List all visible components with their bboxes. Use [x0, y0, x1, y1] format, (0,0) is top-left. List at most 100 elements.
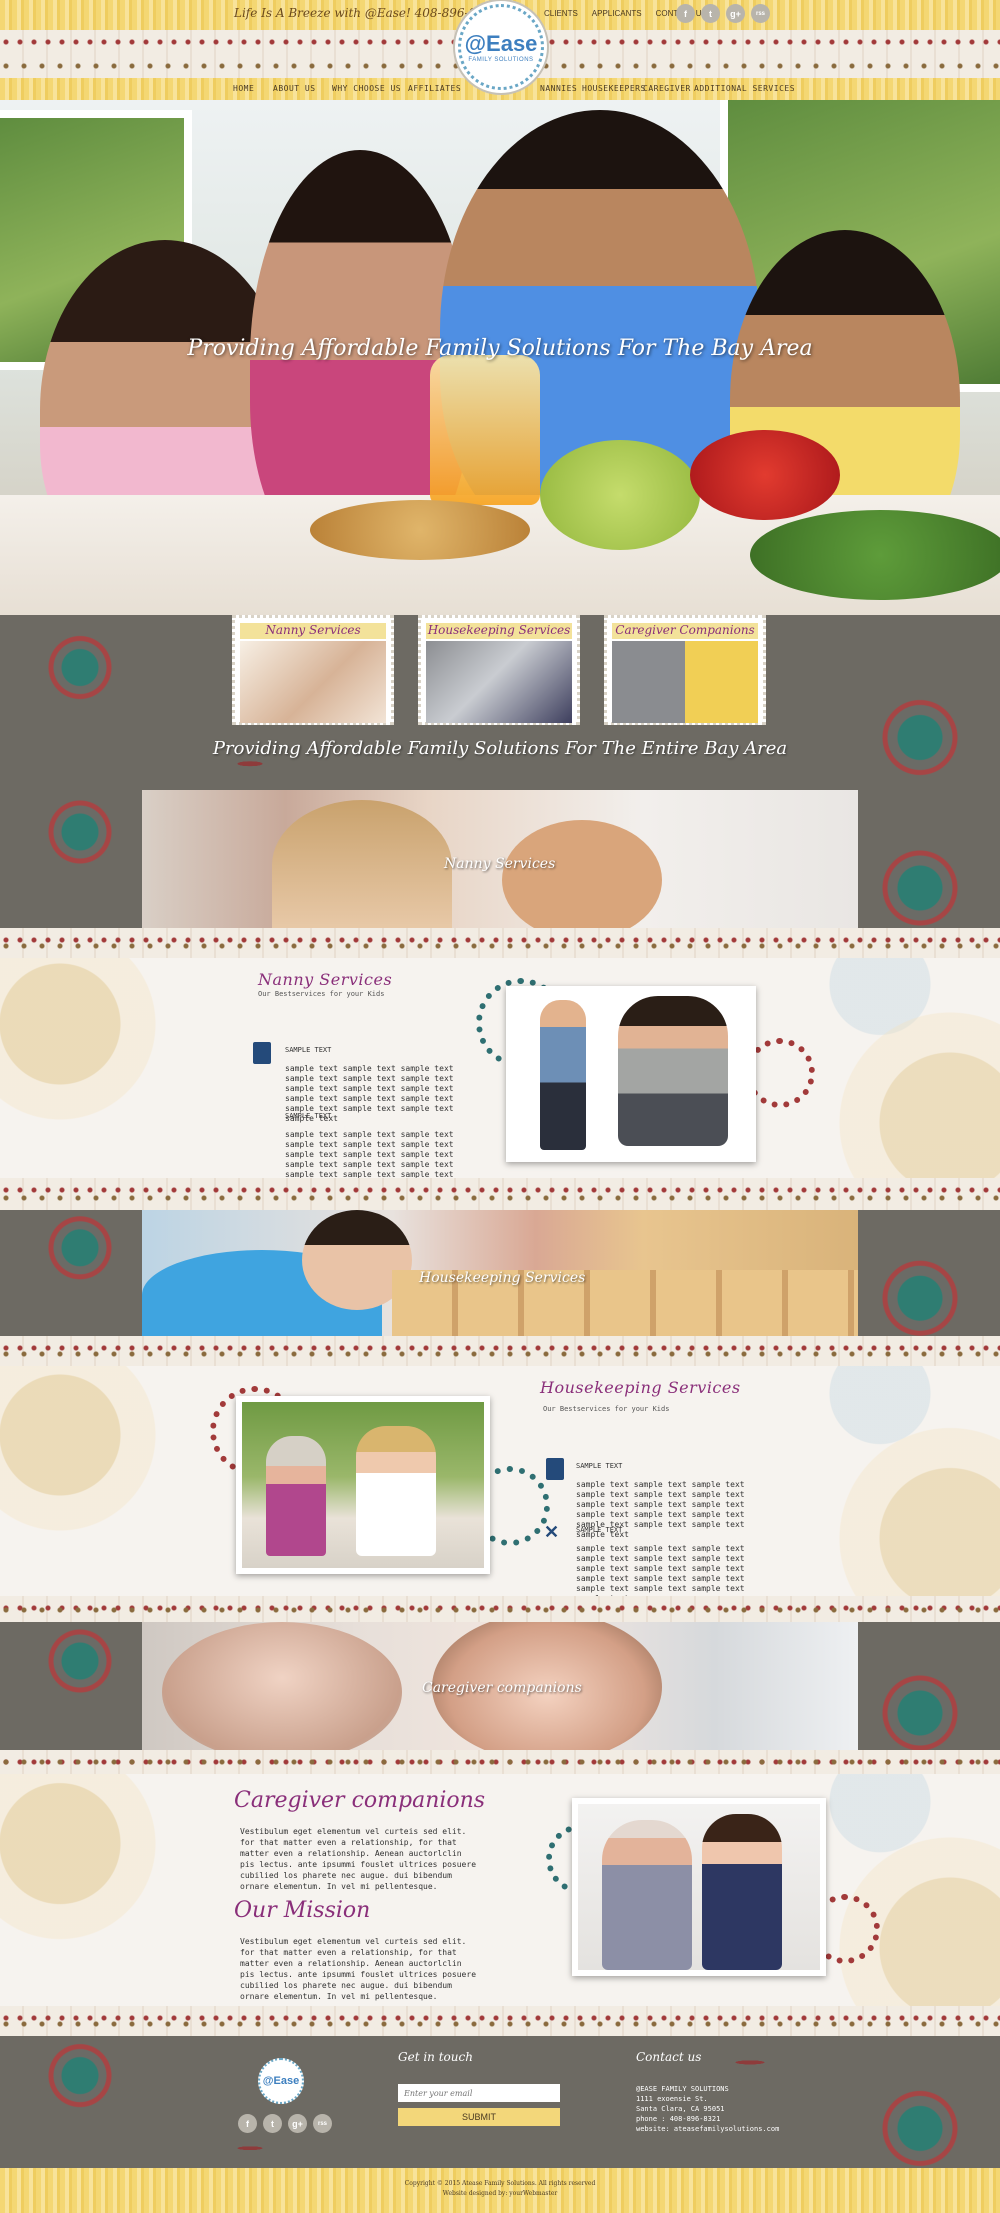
- copyright: Copyright © 2015 Atease Family Solutions…: [404, 2180, 596, 2187]
- nav-affiliates[interactable]: AFFILIATES: [408, 84, 461, 93]
- nanny-section: Nanny Services Our Bestservices for your…: [0, 958, 1000, 1189]
- twitter-icon[interactable]: t: [701, 4, 720, 23]
- strip-elder-face: [162, 1622, 402, 1750]
- footer-logo[interactable]: @Ease: [258, 2058, 304, 2104]
- caregiver-photo-elder: [602, 1820, 692, 1970]
- twitter-icon[interactable]: t: [263, 2114, 282, 2133]
- footer: @Ease f t g+ rss Get in touch SUBMIT Con…: [0, 2036, 1000, 2168]
- rss-icon[interactable]: rss: [313, 2114, 332, 2133]
- caregiver-strip-title: Caregiver companions: [422, 1680, 582, 1696]
- strip-nanny-caregiver: [272, 800, 452, 928]
- logo-name: @Ease: [464, 31, 538, 56]
- card-housekeeping-image: [426, 641, 572, 723]
- top-link-clients[interactable]: CLIENTS: [544, 9, 578, 18]
- footer-social: f t g+ rss: [238, 2114, 332, 2133]
- contact-line-city: Santa Clara, CA 95051: [636, 2105, 725, 2113]
- nav-about-us[interactable]: ABOUT US: [273, 84, 316, 93]
- service-cards: Nanny Services Housekeeping Services Car…: [0, 615, 1000, 785]
- book-icon: [253, 1042, 271, 1064]
- nav-why-choose-us[interactable]: WHY CHOOSE US: [332, 84, 401, 93]
- nanny-photo-child: [540, 1000, 586, 1150]
- nav-nannies[interactable]: NANNIES: [540, 84, 577, 93]
- housekeeping-strip: Housekeeping Services: [142, 1210, 858, 1336]
- caregiver-section-title: Caregiver companions: [234, 1788, 486, 1813]
- hero-pie: [310, 500, 530, 560]
- nanny-photo: [506, 986, 756, 1162]
- card-housekeeping-title: Housekeeping Services: [426, 623, 572, 639]
- submit-button[interactable]: SUBMIT: [398, 2108, 560, 2126]
- lace-divider: [0, 1178, 1000, 1210]
- lace-divider: [0, 1750, 1000, 1774]
- mission-text: Vestibulum eget elementum vel curteis se…: [240, 1937, 477, 2001]
- top-link-applicants[interactable]: APPLICANTS: [592, 9, 642, 18]
- hero-title: Providing Affordable Family Solutions Fo…: [187, 336, 813, 361]
- hero-grapes: [540, 440, 700, 550]
- housekeeping-photo-helper: [356, 1426, 436, 1556]
- contact-line-website[interactable]: website: ateasefamilysolutions.com: [636, 2124, 779, 2134]
- nanny-section-subtitle: Our Bestservices for your Kids: [258, 990, 385, 998]
- facebook-icon[interactable]: f: [238, 2114, 257, 2133]
- band-title: Providing Affordable Family Solutions Fo…: [212, 738, 788, 759]
- nanny-feature-2-heading: SAMPLE TEXT: [285, 1112, 332, 1120]
- lace-divider: [0, 1596, 1000, 1622]
- caregiver-section: Caregiver companions Vestibulum eget ele…: [0, 1774, 1000, 2006]
- nav-caregiver[interactable]: CAREGIVER: [643, 84, 691, 93]
- caregiver-photo-nurse: [702, 1814, 782, 1970]
- book-icon: [546, 1458, 564, 1480]
- social-links: f t g+ rss: [676, 4, 770, 23]
- logo-subtitle: FAMILY SOLUTIONS: [468, 57, 534, 63]
- contact-line-street: 1111 exoensie St.: [636, 2095, 708, 2103]
- caregiver-section-text: Vestibulum eget elementum vel curteis se…: [240, 1827, 477, 1891]
- designed-by: Website designed by: yourWebmaster: [442, 2190, 558, 2197]
- housekeeping-feature-2-text: sample text sample text sample text samp…: [576, 1544, 745, 1603]
- housekeeping-section-title: Housekeeping Services: [540, 1378, 741, 1397]
- housekeeping-section: Housekeeping Services Our Bestservices f…: [0, 1366, 1000, 1603]
- nanny-strip-title: Nanny Services: [444, 856, 556, 872]
- email-input[interactable]: [398, 2084, 560, 2102]
- card-caregiver-image: [612, 641, 758, 723]
- hero-juice-jug: [430, 355, 540, 505]
- caregiver-strip: Caregiver companions: [142, 1622, 858, 1750]
- lace-divider: [0, 2006, 1000, 2036]
- nanny-strip: Nanny Services: [142, 790, 858, 928]
- housekeeping-feature-1-heading: SAMPLE TEXT: [576, 1462, 623, 1470]
- get-in-touch-title: Get in touch: [398, 2050, 473, 2064]
- card-nanny-title: Nanny Services: [240, 623, 386, 639]
- nav-additional-services[interactable]: ADDITIONAL SERVICES: [694, 84, 795, 93]
- tagline: Life Is A Breeze with @Ease! 408-896-832…: [234, 6, 500, 20]
- contact-title: Contact us: [636, 2050, 702, 2064]
- strip-nanny-child: [502, 820, 662, 928]
- housekeeping-strip-title: Housekeeping Services: [419, 1270, 586, 1286]
- google-plus-icon[interactable]: g+: [288, 2114, 307, 2133]
- card-nanny[interactable]: Nanny Services: [232, 615, 394, 725]
- hero-salad: [750, 510, 1000, 600]
- card-nanny-image: [240, 641, 386, 723]
- tools-icon: ✕: [544, 1522, 560, 1542]
- nanny-section-title: Nanny Services: [258, 970, 393, 989]
- nanny-photo-woman: [618, 996, 728, 1146]
- housekeeping-photo: [236, 1396, 490, 1574]
- housekeeping-section-subtitle: Our Bestservices for your Kids: [543, 1405, 670, 1413]
- nav-housekeepers[interactable]: HOUSEKEEPERS: [582, 84, 646, 93]
- card-housekeeping[interactable]: Housekeeping Services: [418, 615, 580, 725]
- footer-logo-name: @Ease: [262, 2075, 300, 2087]
- contact-details: @EASE FAMILY SOLUTIONS 1111 exoensie St.…: [636, 2084, 779, 2134]
- logo[interactable]: @Ease FAMILY SOLUTIONS: [458, 4, 544, 90]
- card-caregiver[interactable]: Caregiver Companions: [604, 615, 766, 725]
- bottom-bar: Copyright © 2015 Atease Family Solutions…: [0, 2168, 1000, 2213]
- contact-line-company: @EASE FAMILY SOLUTIONS: [636, 2085, 729, 2093]
- rss-icon[interactable]: rss: [751, 4, 770, 23]
- nanny-feature-1-heading: SAMPLE TEXT: [285, 1046, 332, 1054]
- google-plus-icon[interactable]: g+: [726, 4, 745, 23]
- hero-banner: Providing Affordable Family Solutions Fo…: [0, 100, 1000, 615]
- caregiver-photo: [572, 1798, 826, 1976]
- lace-divider: [0, 928, 1000, 958]
- mission-title: Our Mission: [234, 1898, 371, 1923]
- lace-divider: [0, 1336, 1000, 1366]
- facebook-icon[interactable]: f: [676, 4, 695, 23]
- hero-strawberries: [690, 430, 840, 520]
- housekeeping-photo-elder: [266, 1436, 326, 1556]
- nav-home[interactable]: HOME: [233, 84, 254, 93]
- card-caregiver-title: Caregiver Companions: [612, 623, 758, 639]
- contact-line-phone: phone : 408-896-8321: [636, 2115, 721, 2123]
